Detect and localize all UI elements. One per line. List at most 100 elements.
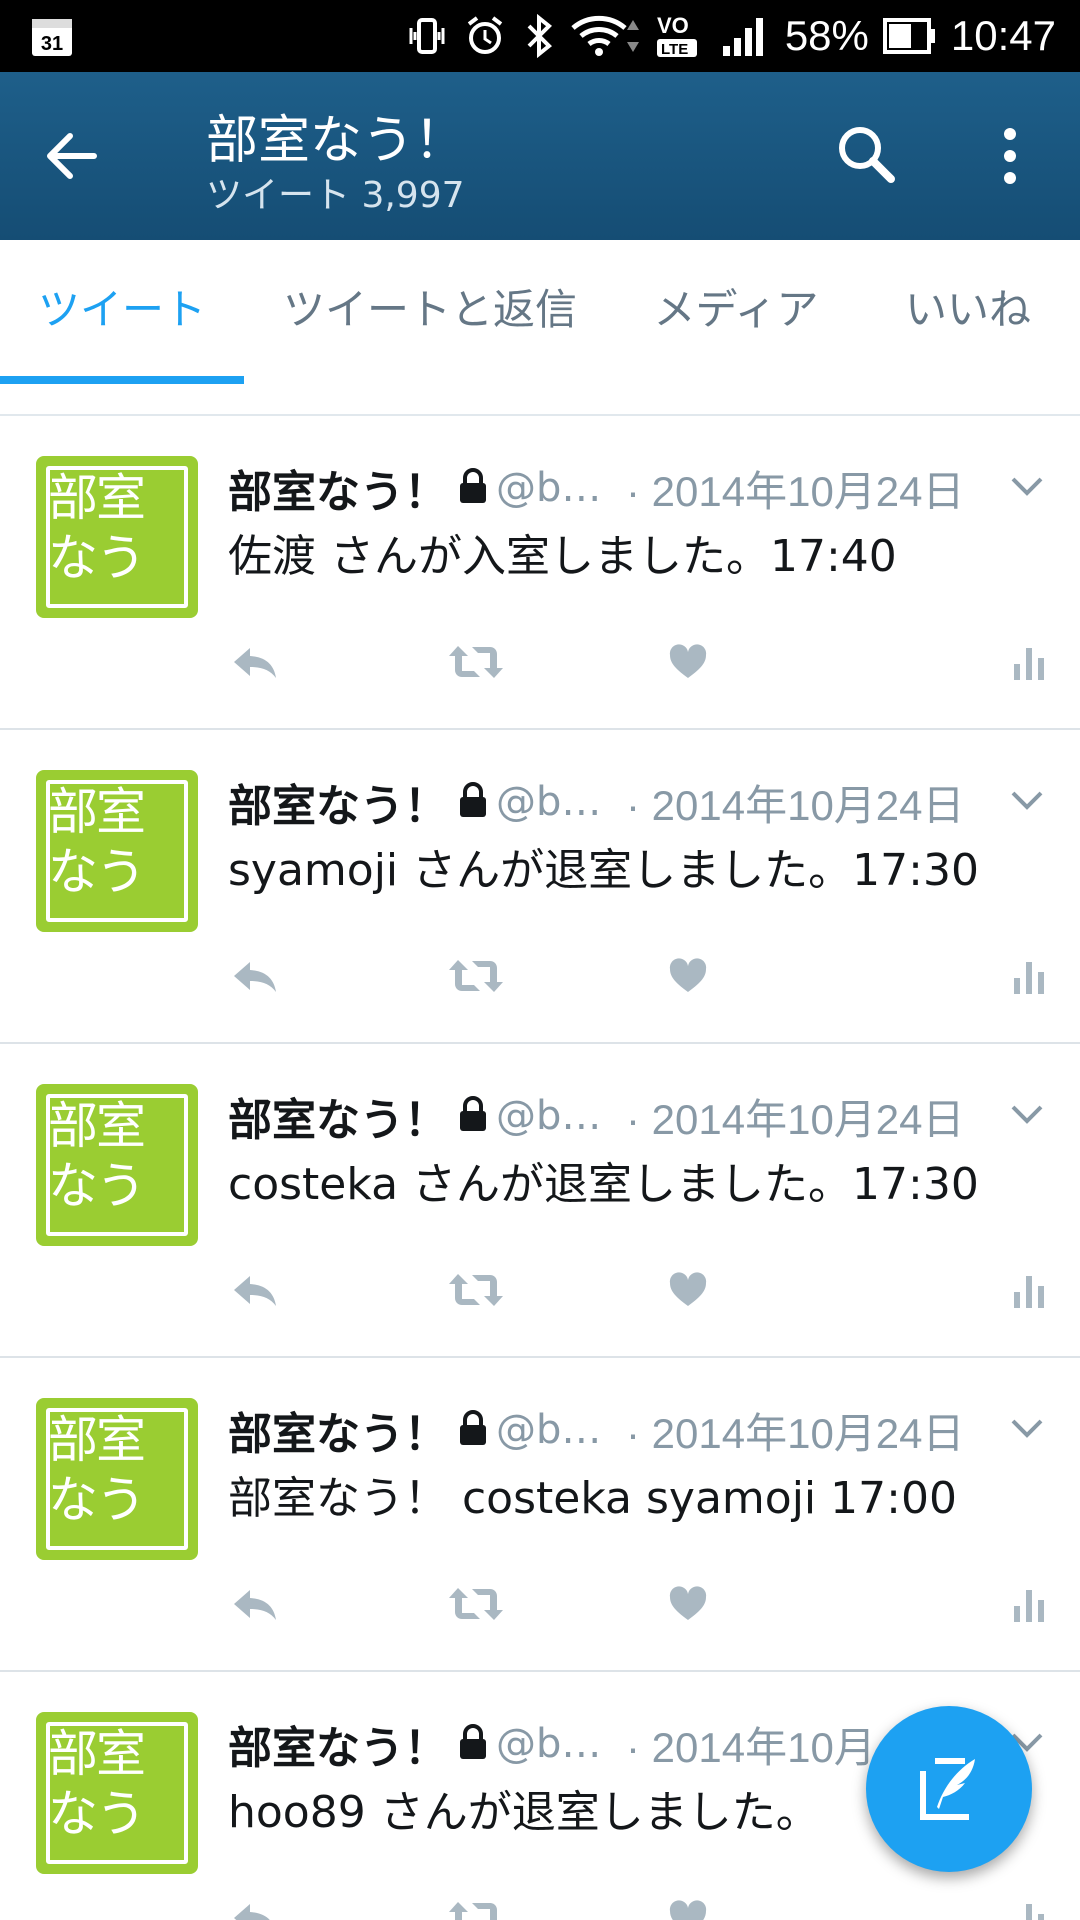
svg-text:VO: VO	[657, 13, 689, 38]
calendar-day: 31	[41, 33, 63, 55]
lock-icon	[458, 467, 488, 509]
avatar-text: 部室 なう	[48, 1097, 146, 1215]
chevron-down-icon[interactable]	[1010, 1418, 1044, 1442]
analytics-icon[interactable]	[1012, 956, 1046, 1000]
avatar[interactable]: 部室 なう	[36, 1398, 198, 1560]
avatar[interactable]: 部室 なう	[36, 456, 198, 618]
tweet-text: syamoji さんが退室しました。17:30	[228, 845, 979, 896]
lock-icon	[458, 1409, 488, 1451]
more-vert-icon[interactable]	[990, 124, 1030, 188]
tweet-item[interactable]: 部室 なう 部室なう！ @bu… · 2014年10月24日 syamoji さんが退室…	[0, 730, 1080, 1044]
avatar-text: 部室 なう	[48, 1725, 146, 1843]
like-icon[interactable]	[668, 1584, 708, 1628]
analytics-icon[interactable]	[1012, 1270, 1046, 1314]
chevron-down-icon[interactable]	[1010, 790, 1044, 814]
tweet-item[interactable]: 部室 なう 部室なう！ @bu… · 2014年10月24日佐渡 さんが入室しました。…	[0, 416, 1080, 730]
tab-media[interactable]: メディア	[636, 240, 836, 384]
tweet-author-name[interactable]: 部室なう！	[228, 770, 448, 834]
tweet-text: hoo89 さんが退室しました。	[228, 1787, 820, 1838]
tweet-item[interactable]: 部室 なう 部室なう！ @bu… · 2014年10月24日部室なう！ costeka…	[0, 1358, 1080, 1672]
vibrate-icon	[405, 14, 449, 58]
tweet-date: · 2014年10月24日	[626, 1409, 965, 1457]
svg-text:LTE: LTE	[661, 41, 688, 58]
retweet-icon[interactable]	[448, 642, 504, 686]
retweet-icon[interactable]	[448, 1584, 504, 1628]
chevron-down-icon[interactable]	[1010, 1104, 1044, 1128]
reply-icon[interactable]	[230, 956, 278, 1000]
tweet-actions	[0, 1898, 1080, 1920]
tweet-date: · 2014年10月	[626, 1723, 876, 1771]
back-arrow-icon[interactable]	[40, 124, 104, 188]
battery-icon	[882, 14, 937, 58]
tweet-text: 佐渡 さんが入室しました。17:40	[228, 531, 897, 582]
like-icon[interactable]	[668, 1270, 708, 1314]
tweet-author-name[interactable]: 部室なう！	[228, 456, 448, 520]
tweet-author-handle: @bu…	[496, 779, 616, 825]
avatar[interactable]: 部室 なう	[36, 1084, 198, 1246]
tweet-actions	[0, 642, 1080, 702]
lock-icon	[458, 1723, 488, 1765]
tweet-date: · 2014年10月24日	[626, 1095, 965, 1143]
avatar-text: 部室 なう	[48, 783, 146, 901]
like-icon[interactable]	[668, 642, 708, 686]
reply-icon[interactable]	[230, 1270, 278, 1314]
retweet-icon[interactable]	[448, 956, 504, 1000]
tweet-date: · 2014年10月24日	[626, 781, 965, 829]
retweet-icon[interactable]	[448, 1898, 504, 1920]
reply-icon[interactable]	[230, 1584, 278, 1628]
profile-tabs: ツイート ツイートと返信 メディア いいね	[0, 240, 1080, 386]
tweet-header: 部室なう！ @bu… · 2014年10月	[228, 1712, 876, 1774]
timeline-gap	[0, 384, 1080, 416]
search-icon[interactable]	[832, 120, 902, 190]
signal-icon	[719, 14, 771, 58]
tab-tweets[interactable]: ツイート	[0, 240, 244, 384]
analytics-icon[interactable]	[1012, 1584, 1046, 1628]
avatar-text: 部室 なう	[48, 469, 146, 587]
tweet-item[interactable]: 部室 なう 部室なう！ @bu… · 2014年10月24日 costeka さんが退室…	[0, 1044, 1080, 1358]
tweet-author-handle: @bu…	[496, 1407, 616, 1453]
tweet-header: 部室なう！ @bu… · 2014年10月24日	[228, 1398, 965, 1460]
reply-icon[interactable]	[230, 1898, 278, 1920]
tweet-header: 部室なう！ @bu… · 2014年10月24日	[228, 456, 965, 518]
wifi-icon	[571, 14, 641, 58]
avatar-text: 部室 なう	[48, 1411, 146, 1529]
tweet-actions	[0, 1584, 1080, 1644]
like-icon[interactable]	[668, 1898, 708, 1920]
tweet-author-name[interactable]: 部室なう！	[228, 1398, 448, 1462]
retweet-icon[interactable]	[448, 1270, 504, 1314]
analytics-icon[interactable]	[1012, 1898, 1046, 1920]
battery-percent: 58%	[784, 12, 869, 59]
tweet-timeline[interactable]: 部室 なう 部室なう！ @bu… · 2014年10月24日 佐渡 さんが入室しました。…	[0, 384, 1080, 1920]
lock-icon	[458, 1095, 488, 1137]
compose-tweet-button[interactable]	[866, 1706, 1032, 1872]
tweet-author-name[interactable]: 部室なう！	[228, 1084, 448, 1148]
top-app-bar: 部室なう！ ツイート 3,997	[0, 72, 1080, 240]
chevron-down-icon[interactable]	[1010, 476, 1044, 500]
tweet-text: 部室なう！ costeka syamoji 17:00	[228, 1473, 957, 1524]
tweet-actions	[0, 1270, 1080, 1330]
tweet-author-name[interactable]: 部室なう！	[228, 1712, 448, 1776]
compose-tweet-icon	[920, 1758, 975, 1820]
bluetooth-icon	[521, 14, 557, 58]
status-bar: 31 VO LTE 58% 10:47	[0, 0, 1080, 72]
alarm-icon	[463, 14, 507, 58]
tweet-author-handle: @bu…	[496, 465, 616, 511]
tweet-text: costeka さんが退室しました。17:30	[228, 1159, 979, 1210]
tab-likes[interactable]: いいね	[880, 240, 1056, 384]
clock-time: 10:47	[950, 12, 1056, 59]
page-title: 部室なう！	[206, 111, 467, 171]
reply-icon[interactable]	[230, 642, 278, 686]
tweet-actions	[0, 956, 1080, 1016]
tweet-author-handle: @bu…	[496, 1093, 616, 1139]
tweet-author-handle: @bu…	[496, 1721, 616, 1767]
tweet-date: · 2014年10月24日	[626, 467, 965, 515]
avatar[interactable]: 部室 なう	[36, 770, 198, 932]
tweet-count: ツイート 3,997	[206, 175, 465, 216]
tweet-header: 部室なう！ @bu… · 2014年10月24日	[228, 770, 965, 832]
analytics-icon[interactable]	[1012, 642, 1046, 686]
tweet-header: 部室なう！ @bu… · 2014年10月24日	[228, 1084, 965, 1146]
like-icon[interactable]	[668, 956, 708, 1000]
tab-tweets-and-replies[interactable]: ツイートと返信	[268, 240, 592, 384]
volte-icon: VO LTE	[655, 11, 705, 61]
avatar[interactable]: 部室 なう	[36, 1712, 198, 1874]
